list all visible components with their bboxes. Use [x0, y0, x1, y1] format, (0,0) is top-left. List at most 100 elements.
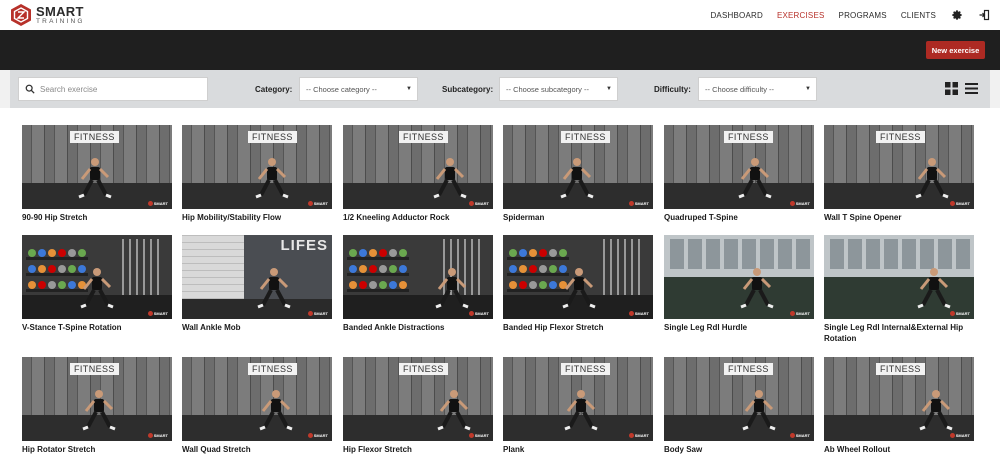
brand-logo[interactable]: SMART TRAINING: [10, 3, 85, 27]
exercise-title[interactable]: Hip Flexor Stretch: [343, 444, 493, 455]
exercise-thumbnail[interactable]: FITNESS SMART: [503, 125, 653, 209]
wall-sign: FITNESS: [399, 131, 448, 143]
watermark-logo-icon: [147, 311, 153, 316]
exercise-card[interactable]: FITNESS SMART Hip Mobility/Stability Flow: [182, 125, 332, 223]
exercise-thumbnail[interactable]: FITNESS SMART: [22, 125, 172, 209]
exercise-card[interactable]: FITNESS SMART Wall Quad Stretch: [182, 357, 332, 455]
new-exercise-button[interactable]: New exercise: [926, 41, 985, 59]
exercise-thumbnail[interactable]: FITNESS SMART: [824, 125, 974, 209]
exercise-card[interactable]: LIFES SMART Wall Ankle Mob: [182, 235, 332, 333]
difficulty-select[interactable]: -- Choose difficulty -- ▼: [698, 77, 817, 101]
exercise-thumbnail[interactable]: FITNESS SMART: [343, 357, 493, 441]
nav-exercises[interactable]: EXERCISES: [777, 11, 825, 20]
search-icon: [25, 84, 35, 94]
exercise-card[interactable]: FITNESS SMART Quadruped T-Spine: [664, 125, 814, 223]
exercise-thumbnail[interactable]: FITNESS SMART: [664, 357, 814, 441]
exercise-card[interactable]: SMART Single Leg Rdl Internal&External Hi…: [824, 235, 974, 344]
exercise-card[interactable]: SMART Banded Hip Flexor Stretch: [503, 235, 653, 333]
subcategory-select[interactable]: -- Choose subcategory -- ▼: [499, 77, 618, 101]
wall-sign: FITNESS: [724, 363, 773, 375]
wall-sign: FITNESS: [248, 363, 297, 375]
exercise-title[interactable]: Hip Mobility/Stability Flow: [182, 212, 332, 223]
exercise-title[interactable]: Banded Hip Flexor Stretch: [503, 322, 653, 333]
wall-sign: FITNESS: [70, 131, 119, 143]
watermark-text: SMART: [795, 433, 810, 438]
category-label: Category:: [255, 85, 293, 94]
watermark-text: SMART: [153, 311, 168, 316]
exercise-thumbnail[interactable]: SMART: [343, 235, 493, 319]
exercise-card[interactable]: FITNESS SMART Hip Rotator Stretch: [22, 357, 172, 455]
exercise-card[interactable]: SMART Single Leg Rdl Hurdle: [664, 235, 814, 333]
nav-dashboard[interactable]: DASHBOARD: [710, 11, 762, 20]
exercise-title[interactable]: Body Saw: [664, 444, 814, 455]
exercise-thumbnail[interactable]: FITNESS SMART: [503, 357, 653, 441]
watermark-text: SMART: [955, 201, 970, 206]
nav-programs[interactable]: PROGRAMS: [839, 11, 887, 20]
nav-clients[interactable]: CLIENTS: [901, 11, 936, 20]
exercise-card[interactable]: FITNESS SMART Body Saw: [664, 357, 814, 455]
watermark-text: SMART: [474, 201, 489, 206]
exercise-title[interactable]: 1/2 Kneeling Adductor Rock: [343, 212, 493, 223]
exercise-thumbnail[interactable]: SMART: [503, 235, 653, 319]
exercise-title[interactable]: V-Stance T-Spine Rotation: [22, 322, 172, 333]
filter-bar: Category: -- Choose category -- ▼ Subcat…: [10, 70, 990, 108]
exercise-title[interactable]: Wall Quad Stretch: [182, 444, 332, 455]
exercise-title[interactable]: Ab Wheel Rollout: [824, 444, 974, 455]
exercise-thumbnail[interactable]: FITNESS SMART: [182, 125, 332, 209]
subcategory-select-value: -- Choose subcategory --: [506, 84, 589, 94]
exercise-card[interactable]: SMART Banded Ankle Distractions: [343, 235, 493, 333]
watermark-logo-icon: [307, 201, 313, 206]
exercise-card[interactable]: FITNESS SMART Hip Flexor Stretch: [343, 357, 493, 455]
list-view-icon[interactable]: [965, 82, 978, 95]
exercise-card[interactable]: FITNESS SMART 90-90 Hip Stretch: [22, 125, 172, 223]
exercise-thumbnail[interactable]: LIFES SMART: [182, 235, 332, 319]
exercise-title[interactable]: Quadruped T-Spine: [664, 212, 814, 223]
video-watermark: SMART: [628, 311, 649, 316]
exercise-title[interactable]: Hip Rotator Stretch: [22, 444, 172, 455]
exercise-thumbnail[interactable]: SMART: [664, 235, 814, 319]
gear-icon[interactable]: [950, 9, 963, 22]
video-watermark: SMART: [307, 311, 328, 316]
video-watermark: SMART: [949, 311, 970, 316]
athlete-figure: [259, 390, 293, 431]
athlete-figure: [437, 390, 471, 431]
watermark-text: SMART: [634, 311, 649, 316]
athlete-figure: [915, 158, 949, 199]
exercise-title[interactable]: Spiderman: [503, 212, 653, 223]
exercise-card[interactable]: FITNESS SMART Plank: [503, 357, 653, 455]
exercise-title[interactable]: Wall Ankle Mob: [182, 322, 332, 333]
exercise-card[interactable]: FITNESS SMART Wall T Spine Opener: [824, 125, 974, 223]
search-input[interactable]: [40, 84, 200, 94]
wall-sign: FITNESS: [70, 363, 119, 375]
exercise-card[interactable]: FITNESS SMART Spiderman: [503, 125, 653, 223]
chevron-down-icon: ▼: [406, 86, 412, 92]
watermark-logo-icon: [628, 311, 634, 316]
exercise-thumbnail[interactable]: SMART: [824, 235, 974, 319]
exercise-title[interactable]: Banded Ankle Distractions: [343, 322, 493, 333]
exercise-title[interactable]: Plank: [503, 444, 653, 455]
exercise-thumbnail[interactable]: FITNESS SMART: [824, 357, 974, 441]
exercise-title[interactable]: 90-90 Hip Stretch: [22, 212, 172, 223]
exercise-thumbnail[interactable]: FITNESS SMART: [664, 125, 814, 209]
athlete-figure: [738, 158, 772, 199]
wall-sign: FITNESS: [876, 363, 925, 375]
brand-tagline: TRAINING: [36, 17, 85, 25]
wall-sign: FITNESS: [724, 131, 773, 143]
video-watermark: SMART: [949, 433, 970, 438]
exercise-card[interactable]: FITNESS SMART 1/2 Kneeling Adductor Rock: [343, 125, 493, 223]
exercise-thumbnail[interactable]: FITNESS SMART: [182, 357, 332, 441]
category-select[interactable]: -- Choose category -- ▼: [299, 77, 418, 101]
logout-icon[interactable]: [977, 9, 990, 22]
exercise-card[interactable]: SMART V-Stance T-Spine Rotation: [22, 235, 172, 333]
exercise-title[interactable]: Single Leg Rdl Internal&External Hip Rot…: [824, 322, 974, 344]
exercise-thumbnail[interactable]: SMART: [22, 235, 172, 319]
video-watermark: SMART: [628, 201, 649, 206]
wall-sign: LIFES: [280, 237, 328, 254]
exercise-title[interactable]: Single Leg Rdl Hurdle: [664, 322, 814, 333]
exercise-thumbnail[interactable]: FITNESS SMART: [22, 357, 172, 441]
exercise-thumbnail[interactable]: FITNESS SMART: [343, 125, 493, 209]
watermark-text: SMART: [955, 311, 970, 316]
exercise-title[interactable]: Wall T Spine Opener: [824, 212, 974, 223]
grid-view-icon[interactable]: [945, 82, 958, 95]
exercise-card[interactable]: FITNESS SMART Ab Wheel Rollout: [824, 357, 974, 455]
